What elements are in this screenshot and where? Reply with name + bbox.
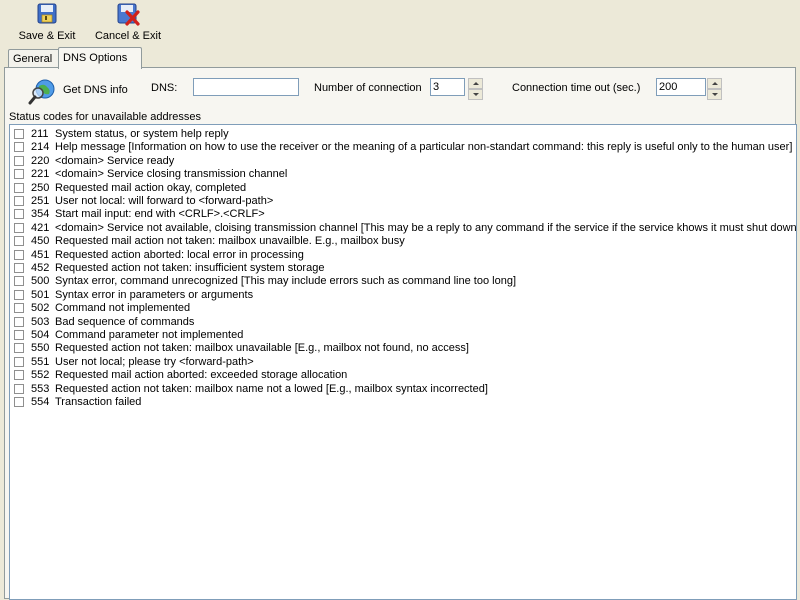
status-code-description: Requested action not taken: insufficient… bbox=[55, 262, 325, 274]
status-codes-list[interactable]: 211 System status, or system help reply 21… bbox=[9, 124, 797, 600]
status-code-number: 452 bbox=[31, 262, 50, 274]
status-code-checkbox[interactable] bbox=[14, 209, 24, 220]
connection-timeout-spinner[interactable] bbox=[707, 78, 722, 100]
status-code-number: 214 bbox=[31, 141, 50, 154]
save-exit-button[interactable]: Save & Exit bbox=[14, 2, 80, 44]
status-code-checkbox[interactable] bbox=[14, 289, 24, 300]
status-code-checkbox[interactable] bbox=[14, 276, 24, 287]
status-code-description: <domain> Service ready bbox=[55, 154, 175, 167]
status-code-checkbox[interactable] bbox=[14, 222, 24, 233]
connection-timeout-input[interactable] bbox=[656, 78, 706, 96]
status-code-description: Requested action aborted: local error in… bbox=[55, 248, 304, 261]
status-code-number: 451 bbox=[31, 248, 50, 261]
status-code-description: Command parameter not implemented bbox=[55, 329, 244, 341]
status-code-description: Requested mail action okay, completed bbox=[55, 181, 247, 194]
number-of-connection-label: Number of connection bbox=[314, 82, 422, 94]
toolbar: Save & Exit Cancel & Exit bbox=[0, 0, 800, 46]
dns-input[interactable] bbox=[193, 78, 299, 96]
status-code-description: <domain> Service not available, cloising… bbox=[55, 221, 797, 234]
status-code-description: User not local; please try <forward-path… bbox=[55, 355, 254, 368]
spin-down-arrow-icon[interactable] bbox=[707, 89, 722, 100]
status-code-number: 551 bbox=[31, 355, 50, 368]
status-code-description: Requested action not taken: mailbox name… bbox=[55, 382, 488, 395]
tab-dns-options[interactable]: DNS Options bbox=[58, 47, 142, 69]
cancel-exit-button[interactable]: Cancel & Exit bbox=[90, 2, 166, 44]
status-code-checkbox[interactable] bbox=[14, 383, 24, 394]
status-code-checkbox[interactable] bbox=[14, 155, 24, 166]
get-dns-info-label: Get DNS info bbox=[63, 84, 128, 96]
status-code-checkbox[interactable] bbox=[14, 263, 24, 273]
status-code-description: Requested action not taken: mailbox unav… bbox=[55, 342, 469, 355]
status-code-checkbox[interactable] bbox=[14, 397, 24, 407]
status-code-number: 450 bbox=[31, 235, 50, 248]
status-code-number: 504 bbox=[31, 329, 50, 341]
status-code-checkbox[interactable] bbox=[14, 303, 24, 314]
status-code-checkbox[interactable] bbox=[14, 142, 24, 153]
status-code-number: 501 bbox=[31, 288, 50, 301]
status-code-description: System status, or system help reply bbox=[55, 128, 229, 140]
status-code-description: <domain> Service closing transmission ch… bbox=[55, 168, 288, 181]
status-code-checkbox[interactable] bbox=[14, 236, 24, 247]
cancel-icon bbox=[117, 3, 140, 26]
status-code-checkbox[interactable] bbox=[14, 129, 24, 139]
status-code-checkbox[interactable] bbox=[14, 370, 24, 381]
status-code-checkbox[interactable] bbox=[14, 196, 24, 206]
status-code-description: Bad sequence of commands bbox=[55, 315, 195, 328]
status-code-number: 552 bbox=[31, 369, 50, 382]
status-code-description: Requested mail action aborted: exceeded … bbox=[55, 369, 348, 382]
status-code-description: Start mail input: end with <CRLF>.<CRLF> bbox=[55, 208, 265, 221]
get-dns-info-button[interactable]: Get DNS info bbox=[27, 78, 139, 105]
status-code-checkbox[interactable] bbox=[14, 343, 24, 354]
status-code-description: Syntax error in parameters or arguments bbox=[55, 288, 254, 301]
spin-down-arrow-icon[interactable] bbox=[468, 89, 483, 100]
status-code-description: Transaction failed bbox=[55, 396, 142, 408]
status-code-number: 553 bbox=[31, 382, 50, 395]
save-exit-label: Save & Exit bbox=[18, 30, 76, 42]
save-icon bbox=[37, 3, 57, 24]
status-code-checkbox[interactable] bbox=[14, 249, 24, 260]
status-code-number: 220 bbox=[31, 154, 50, 167]
number-of-connection-input[interactable] bbox=[430, 78, 465, 96]
status-code-number: 421 bbox=[31, 221, 50, 234]
status-codes-caption: Status codes for unavailable addresses bbox=[9, 111, 202, 123]
status-code-checkbox[interactable] bbox=[14, 169, 24, 180]
status-code-number: 251 bbox=[31, 195, 50, 207]
status-code-number: 211 bbox=[31, 128, 49, 140]
status-code-number: 550 bbox=[31, 342, 50, 355]
status-code-checkbox[interactable] bbox=[14, 316, 24, 327]
number-of-connection-spinner[interactable] bbox=[468, 78, 483, 100]
status-code-description: Requested mail action not taken: mailbox… bbox=[55, 235, 405, 248]
status-code-description: Command not implemented bbox=[55, 302, 191, 315]
status-code-number: 354 bbox=[31, 208, 50, 221]
tab-general[interactable]: General bbox=[8, 49, 62, 68]
status-code-checkbox[interactable] bbox=[14, 330, 24, 340]
dns-options-bar: Get DNS info DNS: Number of connection C… bbox=[5, 68, 795, 110]
spin-up-arrow-icon[interactable] bbox=[468, 78, 483, 89]
status-code-number: 554 bbox=[31, 396, 50, 408]
globe-magnifier-icon bbox=[28, 79, 55, 105]
cancel-exit-label: Cancel & Exit bbox=[94, 30, 162, 42]
status-code-checkbox[interactable] bbox=[14, 356, 24, 367]
status-code-description: Help message [Information on how to use … bbox=[55, 141, 793, 154]
status-code-number: 221 bbox=[31, 168, 50, 181]
dns-options-panel: Get DNS info DNS: Number of connection C… bbox=[4, 67, 797, 600]
status-code-description: User not local: will forward to <forward… bbox=[55, 195, 274, 207]
status-code-number: 250 bbox=[31, 181, 50, 194]
spin-up-arrow-icon[interactable] bbox=[707, 78, 722, 89]
status-code-checkbox[interactable] bbox=[14, 182, 24, 193]
status-code-number: 502 bbox=[31, 302, 50, 315]
dns-label: DNS: bbox=[151, 82, 178, 94]
connection-timeout-label: Connection time out (sec.) bbox=[512, 82, 641, 94]
status-code-description: Syntax error, command unrecognized [This… bbox=[55, 275, 516, 288]
status-code-number: 500 bbox=[31, 275, 50, 288]
status-code-number: 503 bbox=[31, 315, 50, 328]
